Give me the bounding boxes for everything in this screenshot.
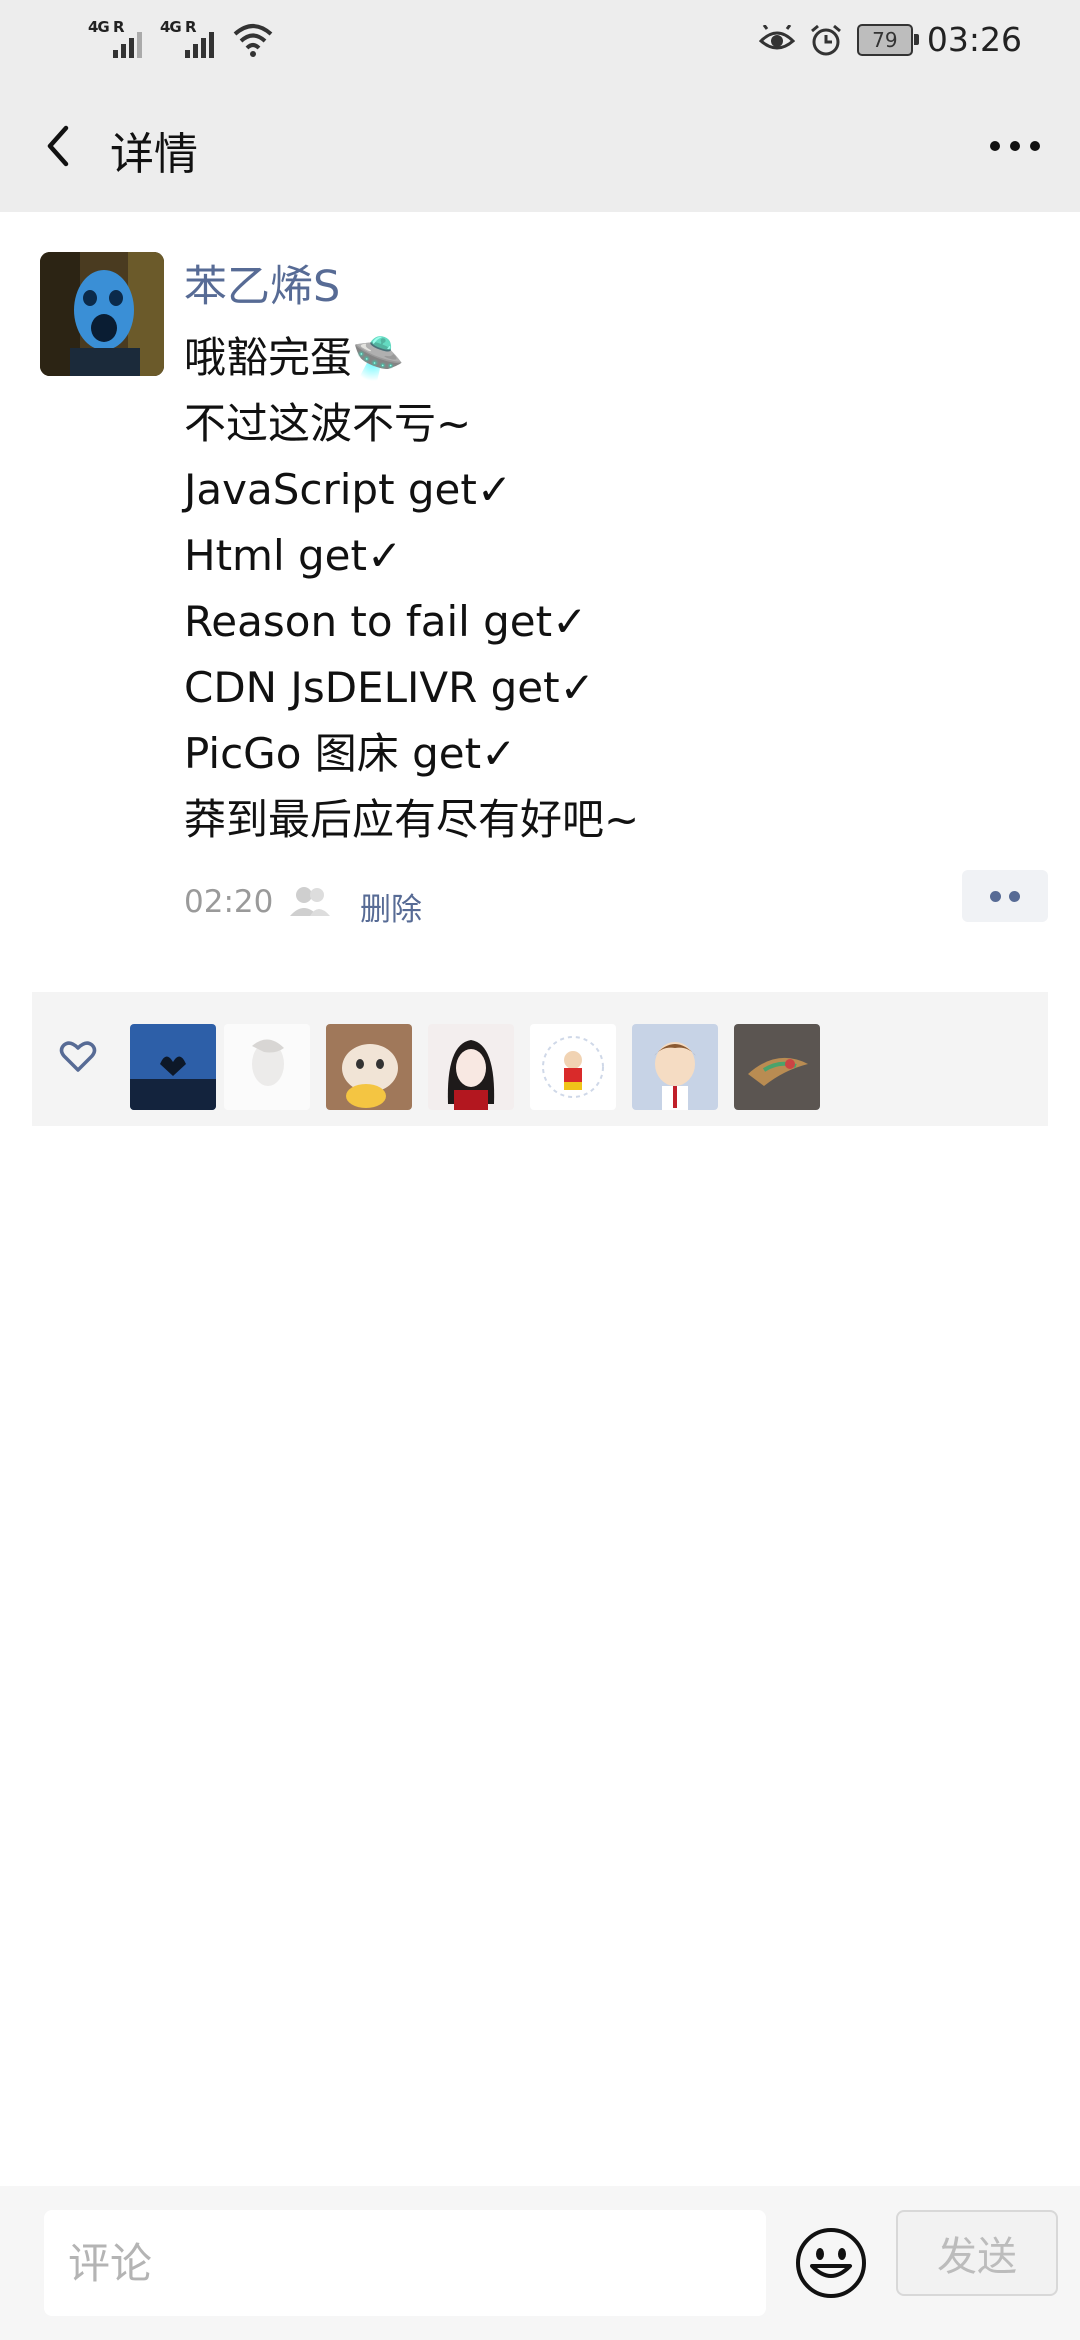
liker-avatar[interactable]: [734, 1024, 820, 1110]
post-line: PicGo 图床 get✓: [184, 729, 517, 778]
liker-avatar[interactable]: [130, 1024, 216, 1110]
nav-bar: 详情: [0, 80, 1080, 212]
battery-icon: 79: [856, 23, 919, 56]
comment-bar: 发送: [0, 2186, 1080, 2340]
post-time: 02:20: [184, 884, 274, 920]
liker-avatar[interactable]: [632, 1024, 718, 1110]
heart-icon: [59, 1041, 97, 1072]
eye-icon: [758, 24, 795, 49]
post-line: 哦豁完蛋🛸: [184, 333, 405, 382]
page-title: 详情: [110, 129, 198, 180]
alarm-icon: [810, 24, 841, 55]
status-bar: 4G R 4G R 79 03:26: [0, 0, 1080, 80]
author-avatar[interactable]: [40, 252, 164, 376]
likes-panel: [32, 992, 1048, 1126]
post-line: Reason to fail get✓: [184, 597, 588, 646]
chevron-left-icon[interactable]: [30, 116, 90, 176]
post-line: CDN JsDELIVR get✓: [184, 663, 595, 712]
post-line: 莽到最后应有尽有好吧~: [184, 795, 640, 844]
signal-icon: 4G R: [88, 18, 142, 58]
wifi-icon: [233, 24, 273, 57]
post-content: 哦豁完蛋🛸 不过这波不亏~ JavaScript get✓ Html get✓ …: [184, 325, 639, 853]
post-line: 不过这波不亏~: [184, 399, 472, 448]
status-right: 79 03:26: [758, 20, 1022, 59]
delete-button[interactable]: 删除: [360, 884, 422, 929]
liker-avatar[interactable]: [326, 1024, 412, 1110]
comment-input[interactable]: [44, 2210, 766, 2316]
battery-level: 79: [872, 27, 898, 52]
smiley-icon[interactable]: [794, 2226, 868, 2300]
author-name[interactable]: 苯乙烯S: [184, 252, 340, 314]
friends-icon: [290, 887, 330, 916]
liker-avatar[interactable]: [530, 1024, 616, 1110]
post-line: JavaScript get✓: [184, 465, 513, 514]
status-time: 03:26: [926, 20, 1022, 59]
dot-icon: [990, 890, 1001, 902]
more-dots-icon[interactable]: [980, 116, 1050, 176]
post-line: Html get✓: [184, 531, 403, 580]
liker-avatar[interactable]: [224, 1024, 310, 1110]
signal-icon: 4G R: [160, 18, 214, 58]
post-actions-button[interactable]: [962, 870, 1048, 922]
dot-icon: [1009, 890, 1020, 902]
signal-group: 4G R 4G R: [88, 18, 274, 58]
send-button[interactable]: 发送: [896, 2210, 1058, 2296]
liker-avatar[interactable]: [428, 1024, 514, 1110]
